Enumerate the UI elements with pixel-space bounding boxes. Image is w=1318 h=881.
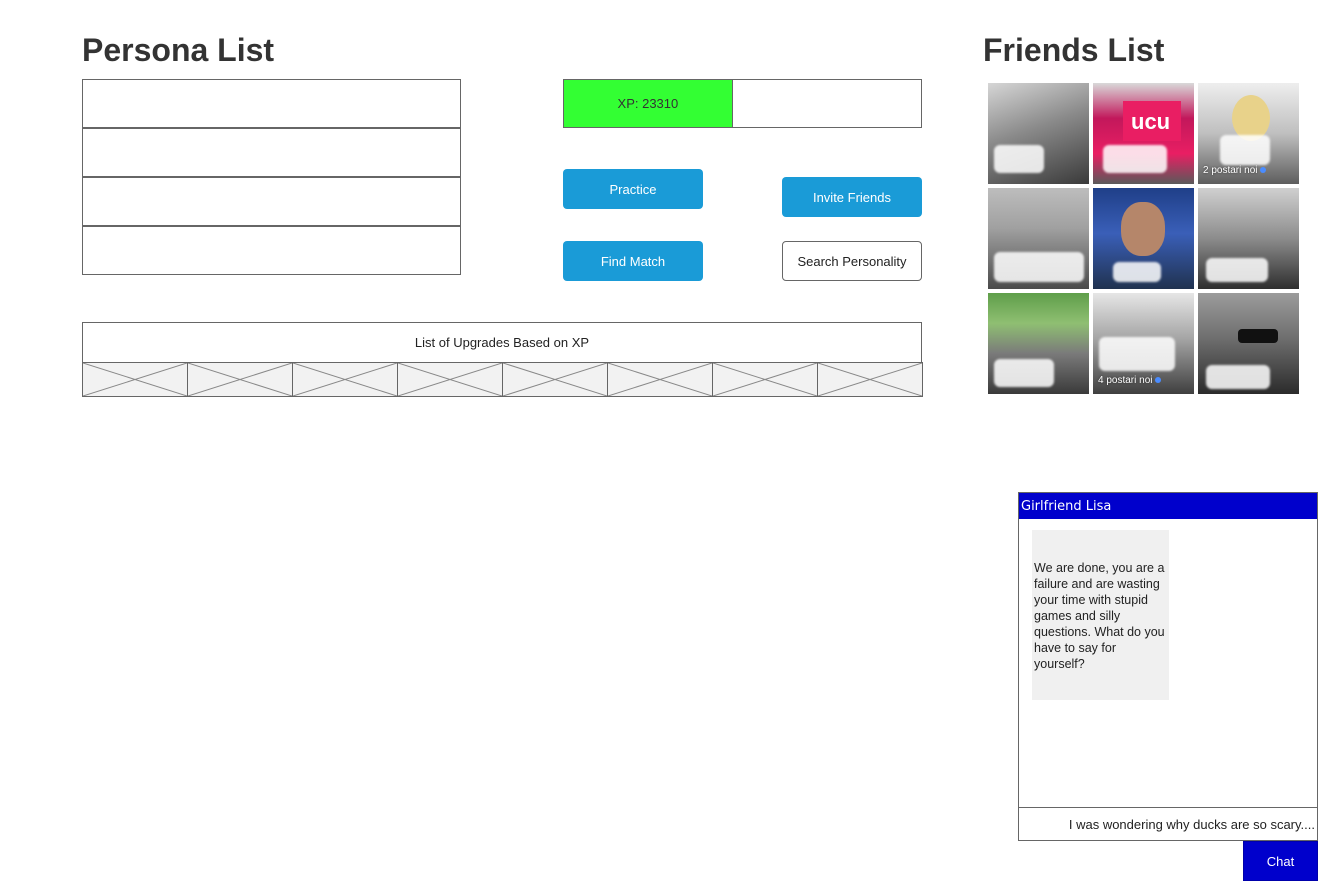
- friend-tile-3-sub: 2 postari noi: [1203, 165, 1267, 176]
- image-placeholder-icon: [818, 363, 922, 396]
- persona-slot-1[interactable]: [82, 79, 461, 128]
- upgrade-slot-3[interactable]: [292, 362, 398, 397]
- online-dot-icon: [1155, 377, 1162, 384]
- image-placeholder-icon: [398, 363, 502, 396]
- chat-message: We are done, you are a failure and are w…: [1032, 530, 1169, 700]
- upgrade-slot-1[interactable]: [82, 362, 188, 397]
- upgrade-slot-2[interactable]: [187, 362, 293, 397]
- chat-send-button[interactable]: Chat: [1243, 841, 1318, 881]
- friends-list-title: Friends List: [983, 32, 1165, 68]
- friend-tile-8-sub: 4 postari noi: [1098, 375, 1162, 386]
- persona-list-title: Persona List: [82, 32, 275, 68]
- friend-tile-2[interactable]: ucu: [1093, 83, 1194, 184]
- upgrades-row: [82, 362, 923, 397]
- image-placeholder-icon: [713, 363, 817, 396]
- chat-input[interactable]: I was wondering why ducks are so scary..…: [1019, 807, 1317, 840]
- persona-slot-4[interactable]: [82, 226, 461, 275]
- practice-button[interactable]: Practice: [563, 169, 703, 209]
- persona-slot-3[interactable]: [82, 177, 461, 226]
- upgrades-header: List of Upgrades Based on XP: [82, 322, 922, 363]
- image-placeholder-icon: [293, 363, 397, 396]
- upgrade-slot-4[interactable]: [397, 362, 503, 397]
- upgrade-slot-6[interactable]: [607, 362, 713, 397]
- online-dot-icon: [1260, 167, 1267, 174]
- upgrade-slot-5[interactable]: [502, 362, 608, 397]
- upgrade-slot-7[interactable]: [712, 362, 818, 397]
- image-placeholder-icon: [608, 363, 712, 396]
- friend-tile-6[interactable]: [1198, 188, 1299, 289]
- xp-progress-bar: XP: 23310: [563, 79, 922, 128]
- invite-friends-button[interactable]: Invite Friends: [782, 177, 922, 217]
- friend-tile-5[interactable]: [1093, 188, 1194, 289]
- friend-tile-3[interactable]: 2 postari noi: [1198, 83, 1299, 184]
- friend-tile-9[interactable]: [1198, 293, 1299, 394]
- image-placeholder-icon: [503, 363, 607, 396]
- find-match-button[interactable]: Find Match: [563, 241, 703, 281]
- friend-tile-4[interactable]: [988, 188, 1089, 289]
- friend-tile-7[interactable]: [988, 293, 1089, 394]
- xp-label: XP: 23310: [617, 96, 679, 111]
- persona-slot-2[interactable]: [82, 128, 461, 177]
- chat-window: Girlfriend Lisa We are done, you are a f…: [1018, 492, 1318, 841]
- image-placeholder-icon: [83, 363, 187, 396]
- upgrade-slot-8[interactable]: [817, 362, 923, 397]
- friend-tile-8[interactable]: 4 postari noi: [1093, 293, 1194, 394]
- image-placeholder-icon: [188, 363, 292, 396]
- chat-title: Girlfriend Lisa: [1019, 493, 1317, 519]
- friend-tile-1[interactable]: [988, 83, 1089, 184]
- search-personality-button[interactable]: Search Personality: [782, 241, 922, 281]
